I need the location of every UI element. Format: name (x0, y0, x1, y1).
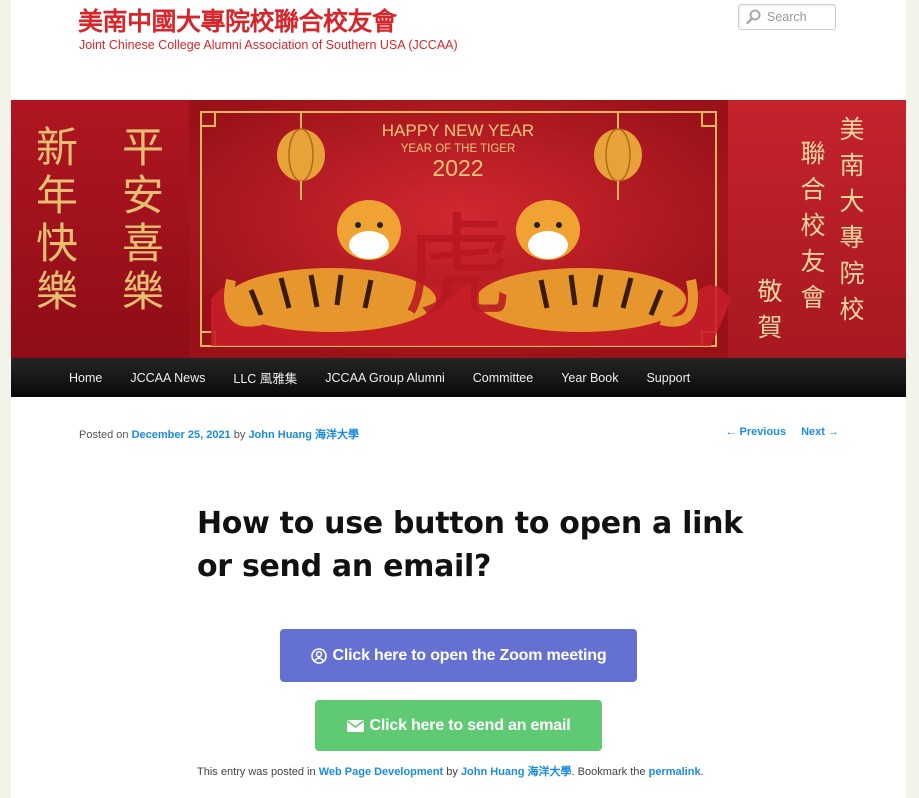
nav-year-book[interactable]: Year Book (561, 371, 618, 385)
left-couplet-2: 平安喜樂 (122, 123, 164, 316)
entry-footer: This entry was posted in Web Page Develo… (197, 763, 704, 779)
banner-subline: YEAR OF THE TIGER (401, 143, 516, 155)
banner-year: 2022 (432, 155, 483, 181)
posted-on-label: Posted on (79, 429, 129, 441)
right-column-2: 聯合校友會 (800, 139, 825, 312)
search-box[interactable] (738, 4, 836, 30)
permalink-link[interactable]: permalink (649, 766, 701, 778)
previous-link[interactable]: ← Previous (726, 426, 787, 438)
site-title[interactable]: 美南中國大專院校聯合校友會 (78, 2, 397, 38)
email-button-label: Click here to send an email (369, 716, 571, 734)
nav-home[interactable]: Home (69, 371, 102, 385)
banner-center-glyph: 虎 (403, 203, 513, 331)
nav-support[interactable]: Support (646, 371, 690, 385)
nav-group-alumni[interactable]: JCCAA Group Alumni (325, 371, 445, 385)
post-navigation: ← Previous Next → (714, 426, 840, 438)
site-description: Joint Chinese College Alumni Association… (79, 38, 458, 52)
author-link[interactable]: John Huang 海洋大學 (248, 429, 359, 441)
footer-by: by (446, 766, 458, 778)
header-banner: 虎 HAPPY NEW YEAR YEAR OF THE TIGER 2022 … (11, 100, 906, 358)
footer-end: . (700, 766, 704, 778)
next-link[interactable]: Next → (801, 426, 839, 438)
nav-llc[interactable]: LLC 風雅集 (233, 368, 297, 387)
send-email-button[interactable]: Click here to send an email (315, 700, 602, 751)
banner-headline: HAPPY NEW YEAR (382, 121, 534, 140)
footer-bookmark: . Bookmark the (571, 766, 646, 778)
zoom-button-label: Click here to open the Zoom meeting (332, 646, 607, 664)
nav-committee[interactable]: Committee (473, 371, 533, 385)
nav-jccaa-news[interactable]: JCCAA News (130, 371, 205, 385)
search-icon (746, 9, 761, 25)
search-input[interactable] (763, 10, 833, 24)
post-title: How to use button to open a link or send… (197, 506, 743, 584)
left-couplet-1: 新年快樂 (36, 123, 78, 316)
user-circle-icon (310, 647, 327, 664)
post-date-link[interactable]: December 25, 2021 (132, 429, 231, 441)
footer-author-link[interactable]: John Huang 海洋大學 (461, 766, 572, 778)
post-meta: Posted on December 25, 2021 by John Huan… (79, 426, 359, 442)
by-label: by (233, 429, 246, 441)
zoom-meeting-button[interactable]: Click here to open the Zoom meeting (280, 629, 637, 682)
main-nav: Home JCCAA News LLC 風雅集 JCCAA Group Alum… (11, 358, 906, 397)
footer-prefix: This entry was posted in (197, 766, 316, 778)
category-link[interactable]: Web Page Development (319, 766, 444, 778)
page: 美南中國大專院校聯合校友會 Joint Chinese College Alum… (11, 0, 906, 798)
envelope-icon (346, 719, 364, 732)
